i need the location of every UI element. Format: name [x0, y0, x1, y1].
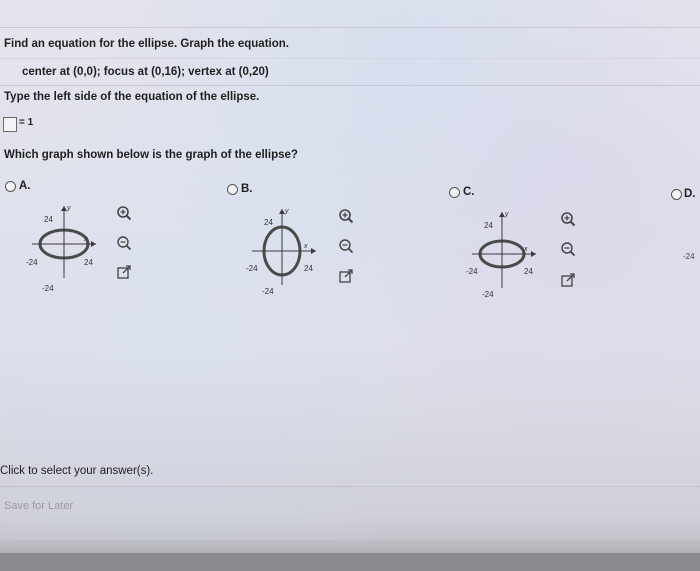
option-b-radio[interactable] [227, 184, 238, 195]
option-d-radio[interactable] [671, 189, 682, 200]
tick-top: 24 [44, 215, 53, 224]
axis-y-label: y [284, 208, 289, 215]
x-arrow [311, 248, 316, 254]
x-arrow [91, 241, 96, 247]
option-d-tick-label: -24 [683, 252, 695, 261]
question-prompt: Find an equation for the ellipse. Graph … [4, 38, 289, 50]
tick-left: -24 [26, 258, 38, 267]
select-answer-hint: Click to select your answer(s). [0, 465, 154, 477]
save-for-later-button[interactable]: Save for Later [4, 500, 73, 512]
option-a-radio[interactable] [5, 181, 16, 192]
footer-divider [0, 486, 700, 487]
magnifier-minus-icon[interactable] [116, 235, 132, 251]
tick-right: 24 [524, 267, 533, 276]
graph-option-c[interactable]: x y 24 -24 24 -24 [466, 206, 538, 298]
tick-top: 24 [264, 218, 273, 227]
equation-answer-input[interactable] [3, 117, 17, 132]
option-c-radio[interactable] [449, 187, 460, 198]
prompt-divider [0, 58, 700, 59]
external-link-icon[interactable] [338, 268, 354, 284]
bottom-strip [0, 553, 700, 571]
axis-x-label: x [83, 236, 88, 243]
given-divider [0, 85, 700, 86]
tick-right: 24 [304, 264, 313, 273]
external-link-icon[interactable] [116, 264, 132, 280]
magnifier-minus-icon[interactable] [338, 238, 354, 254]
axis-y-label: y [504, 211, 509, 218]
tick-right: 24 [84, 258, 93, 267]
graph-option-a[interactable]: x y 24 -24 24 -24 [26, 200, 98, 292]
axis-y-label: y [66, 205, 71, 212]
external-link-icon[interactable] [560, 272, 576, 288]
option-d-label[interactable]: D. [684, 188, 696, 200]
graph-question: Which graph shown below is the graph of … [4, 149, 298, 161]
option-b-label[interactable]: B. [241, 183, 253, 195]
tick-left: -24 [246, 264, 258, 273]
equation-suffix: = 1 [19, 117, 34, 128]
tick-left: -24 [466, 267, 478, 276]
tick-bottom: -24 [262, 287, 274, 295]
axis-x-label: x [303, 243, 308, 250]
top-divider [0, 27, 700, 28]
graph-option-b[interactable]: x y 24 -24 24 -24 [246, 203, 318, 295]
given-info: center at (0,0); focus at (0,16); vertex… [22, 66, 269, 78]
instruction-text: Type the left side of the equation of th… [4, 91, 260, 103]
magnifier-plus-icon[interactable] [116, 205, 132, 221]
option-c-label[interactable]: C. [463, 186, 475, 198]
tick-bottom: -24 [482, 290, 494, 298]
x-arrow [531, 251, 536, 257]
magnifier-plus-icon[interactable] [560, 211, 576, 227]
tick-top: 24 [484, 221, 493, 230]
axis-x-label: x [523, 246, 528, 253]
magnifier-minus-icon[interactable] [560, 241, 576, 257]
magnifier-plus-icon[interactable] [338, 208, 354, 224]
option-a-label[interactable]: A. [19, 180, 31, 192]
tick-bottom: -24 [42, 284, 54, 292]
